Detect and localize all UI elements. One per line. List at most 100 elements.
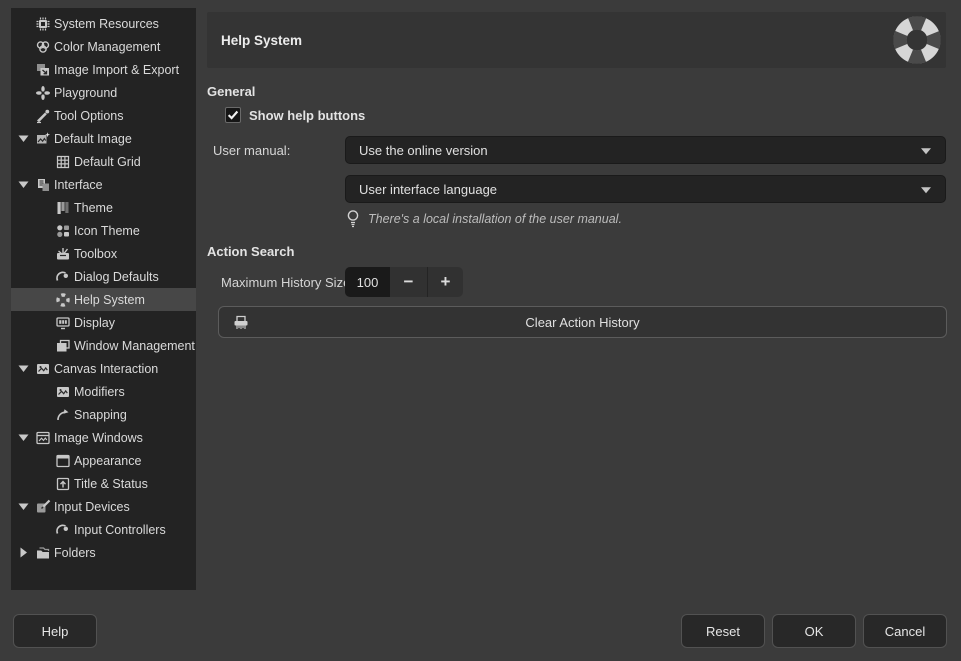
sidebar-item-label: Window Management (74, 339, 195, 353)
sidebar-item-label: Icon Theme (74, 224, 140, 238)
manual-tip-text: There's a local installation of the user… (368, 212, 622, 226)
sidebar-item-window-management[interactable]: Window Management (11, 334, 196, 357)
appearance-icon (55, 453, 71, 469)
image-windows-icon (35, 430, 51, 446)
ok-button[interactable]: OK (772, 614, 856, 648)
triangle-right-icon[interactable] (17, 546, 30, 559)
sidebar-item-input-controllers[interactable]: Input Controllers (11, 518, 196, 541)
help-system-icon (55, 292, 71, 308)
sidebar-item-interface[interactable]: Interface (11, 173, 196, 196)
triangle-down-icon[interactable] (17, 431, 30, 444)
sidebar-item-toolbox[interactable]: Toolbox (11, 242, 196, 265)
sidebar-item-label: Color Management (54, 40, 160, 54)
sidebar-item-label: Folders (54, 546, 96, 560)
sidebar-item-canvas-interaction[interactable]: Canvas Interaction (11, 357, 196, 380)
interface-icon (35, 177, 51, 193)
show-help-buttons-row[interactable]: Show help buttons (225, 107, 365, 123)
sidebar-item-default-grid[interactable]: Default Grid (11, 150, 196, 173)
sidebar-item-dialog-defaults[interactable]: Dialog Defaults (11, 265, 196, 288)
chevron-down-icon (920, 147, 932, 155)
snapping-icon (55, 407, 71, 423)
sidebar-item-help-system[interactable]: Help System (11, 288, 196, 311)
sidebar-item-tool-options[interactable]: Tool Options (11, 104, 196, 127)
decrement-button[interactable]: − (390, 267, 427, 297)
modifiers-icon (55, 384, 71, 400)
triangle-down-icon[interactable] (17, 132, 30, 145)
sidebar-item-label: Input Devices (54, 500, 130, 514)
sidebar-item-label: Default Image (54, 132, 132, 146)
sidebar-item-label: Image Import & Export (54, 63, 179, 77)
sidebar-item-display[interactable]: Display (11, 311, 196, 334)
show-help-buttons-checkbox[interactable] (225, 107, 241, 123)
tool-options-icon (35, 108, 51, 124)
sidebar-item-label: Default Grid (74, 155, 141, 169)
sidebar-item-label: Title & Status (74, 477, 148, 491)
sidebar-item-icon-theme[interactable]: Icon Theme (11, 219, 196, 242)
life-ring-icon (892, 15, 942, 65)
triangle-down-icon[interactable] (17, 178, 30, 191)
user-manual-label: User manual: (213, 143, 290, 158)
sidebar-item-image-windows[interactable]: Image Windows (11, 426, 196, 449)
sidebar-item-folders[interactable]: Folders (11, 541, 196, 564)
default-grid-icon (55, 154, 71, 170)
image-import-export-icon (35, 62, 51, 78)
window-management-icon (55, 338, 71, 354)
chevron-down-icon (920, 186, 932, 194)
canvas-interaction-icon (35, 361, 51, 377)
dialog-defaults-icon (55, 269, 71, 285)
sidebar-item-playground[interactable]: Playground (11, 81, 196, 104)
page-header: Help System (207, 12, 946, 68)
sidebar-item-snapping[interactable]: Snapping (11, 403, 196, 426)
shredder-icon (232, 314, 250, 332)
sidebar-item-label: Display (74, 316, 115, 330)
sidebar-item-title-status[interactable]: Title & Status (11, 472, 196, 495)
manual-language-select[interactable]: User interface language (345, 175, 946, 203)
reset-button[interactable]: Reset (681, 614, 765, 648)
sidebar-item-label: Dialog Defaults (74, 270, 159, 284)
sidebar-item-input-devices[interactable]: Input Devices (11, 495, 196, 518)
preferences-category-tree: System Resources Color Management Image Im… (11, 8, 196, 590)
sidebar-item-system-resources[interactable]: System Resources (11, 12, 196, 35)
lightbulb-icon (346, 209, 360, 228)
title-status-icon (55, 476, 71, 492)
system-resources-icon (35, 16, 51, 32)
user-manual-select[interactable]: Use the online version (345, 136, 946, 164)
max-history-size-input[interactable]: 100 (345, 267, 390, 297)
sidebar-item-label: Theme (74, 201, 113, 215)
sidebar-item-image-import-export[interactable]: Image Import & Export (11, 58, 196, 81)
cancel-button[interactable]: Cancel (863, 614, 947, 648)
max-history-size-spinner: 100 − + (345, 267, 463, 297)
increment-button[interactable]: + (427, 267, 463, 297)
page-title: Help System (221, 33, 302, 48)
user-manual-selected-value: Use the online version (359, 143, 488, 158)
sidebar-item-label: Input Controllers (74, 523, 166, 537)
folders-icon (35, 545, 51, 561)
triangle-down-icon[interactable] (17, 500, 30, 513)
checkmark-icon (226, 108, 240, 122)
sidebar-item-label: Tool Options (54, 109, 123, 123)
manual-tip-row: There's a local installation of the user… (346, 209, 622, 228)
sidebar-item-label: Image Windows (54, 431, 143, 445)
sidebar-item-appearance[interactable]: Appearance (11, 449, 196, 472)
general-section-label: General (207, 84, 255, 99)
manual-language-selected-value: User interface language (359, 182, 497, 197)
clear-action-history-button[interactable]: Clear Action History (218, 306, 947, 338)
sidebar-item-color-management[interactable]: Color Management (11, 35, 196, 58)
sidebar-item-label: Appearance (74, 454, 141, 468)
sidebar-item-modifiers[interactable]: Modifiers (11, 380, 196, 403)
input-devices-icon (35, 499, 51, 515)
sidebar-item-label: Help System (74, 293, 145, 307)
toolbox-icon (55, 246, 71, 262)
sidebar-item-theme[interactable]: Theme (11, 196, 196, 219)
sidebar-item-label: Toolbox (74, 247, 117, 261)
sidebar-item-label: Interface (54, 178, 103, 192)
color-management-icon (35, 39, 51, 55)
action-search-section-label: Action Search (207, 244, 294, 259)
help-button[interactable]: Help (13, 614, 97, 648)
triangle-down-icon[interactable] (17, 362, 30, 375)
clear-action-history-label: Clear Action History (219, 315, 946, 330)
display-icon (55, 315, 71, 331)
sidebar-item-default-image[interactable]: Default Image (11, 127, 196, 150)
default-image-icon (35, 131, 51, 147)
sidebar-item-label: Snapping (74, 408, 127, 422)
